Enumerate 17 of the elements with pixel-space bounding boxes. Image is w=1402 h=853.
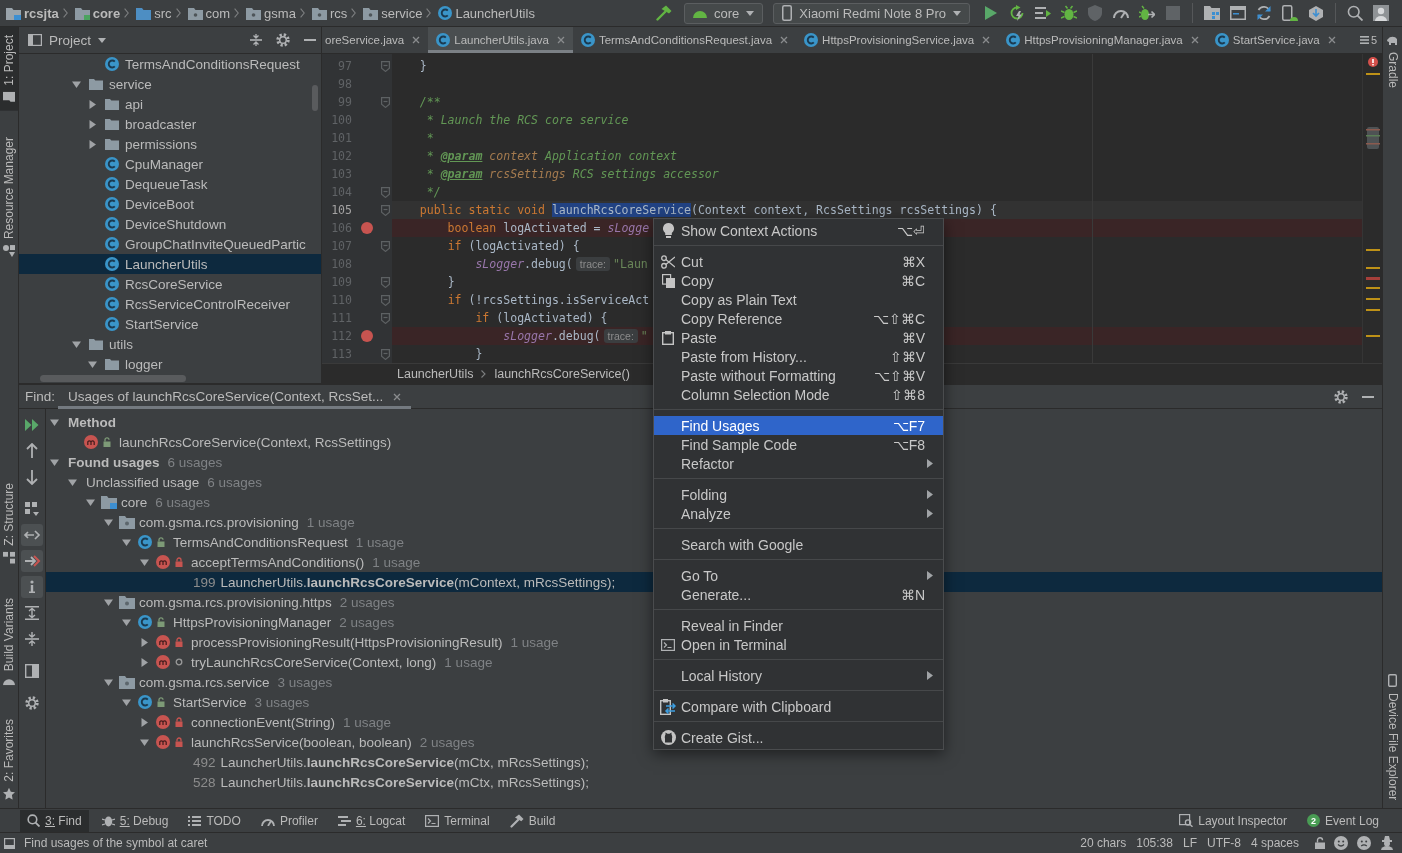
code-line: * @param rcsSettings RCS settings accessor xyxy=(426,166,719,183)
line-number: 105 xyxy=(330,203,353,217)
code-line: * @param context Application context xyxy=(426,148,678,165)
code-line: if (!rcsSettings.isServiceAct xyxy=(447,292,650,309)
code-line: } xyxy=(475,346,483,363)
status-message: Find usages of the symbol at caret xyxy=(24,836,208,850)
count-badge: 2 xyxy=(1306,814,1320,827)
panel-label: Find: xyxy=(25,389,55,404)
code-line: */ xyxy=(426,184,441,201)
code-line: if (logActivated) { xyxy=(447,238,580,255)
code-line: * xyxy=(426,130,434,147)
code-line: } xyxy=(419,58,427,75)
code-line: * Launch the RCS core service xyxy=(426,112,629,129)
code-line: sLogger.debug( trace: "Laun xyxy=(475,256,648,273)
code-line: if (logActivated) { xyxy=(475,310,608,327)
code-line: /** xyxy=(419,94,441,111)
code-line: } xyxy=(447,274,455,291)
